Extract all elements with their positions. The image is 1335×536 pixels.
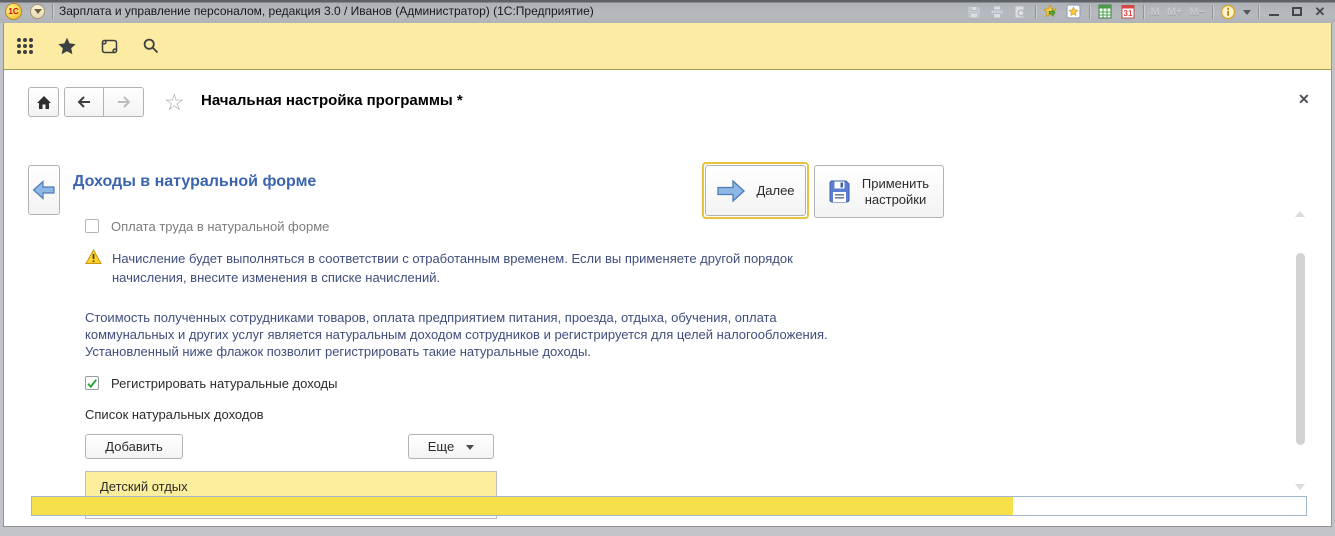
payment-in-kind-checkbox-row: Оплата труда в натуральной форме xyxy=(85,219,329,234)
page-title: Начальная настройка программы * xyxy=(201,92,463,109)
separator xyxy=(1258,4,1259,19)
next-button-label: Далее xyxy=(756,183,795,198)
separator xyxy=(1088,4,1090,19)
add-favorite-icon[interactable] xyxy=(1042,3,1059,20)
tool-panel xyxy=(4,23,1331,70)
payment-in-kind-label[interactable]: Оплата труда в натуральной форме xyxy=(111,219,329,234)
title-bar: 1С Зарплата и управление персоналом, ред… xyxy=(0,0,1335,23)
warning-triangle-icon xyxy=(85,249,102,264)
close-form-icon[interactable]: ✕ xyxy=(1298,91,1310,108)
chevron-down-icon xyxy=(33,9,42,18)
wizard-progress-bar xyxy=(31,496,1307,516)
scroll-down-icon[interactable] xyxy=(1295,484,1305,495)
arrow-right-icon xyxy=(117,96,130,108)
history-scroll-icon[interactable] xyxy=(99,36,119,56)
warning-message: Начисление будет выполняться в соответст… xyxy=(85,249,812,287)
favorites-list-icon[interactable] xyxy=(1066,4,1082,20)
1c-logo-icon[interactable]: 1С xyxy=(5,3,22,20)
back-button[interactable] xyxy=(64,87,104,117)
home-button[interactable] xyxy=(28,87,59,117)
history-nav-group xyxy=(64,87,144,117)
print-icon[interactable] xyxy=(989,4,1005,20)
main-menu-grid-icon[interactable] xyxy=(15,36,35,56)
close-window-button[interactable]: ✕ xyxy=(1312,4,1328,20)
window-body: ☆ Начальная настройка программы * ✕ Дохо… xyxy=(3,23,1332,527)
search-icon[interactable] xyxy=(141,36,161,56)
svg-text:31: 31 xyxy=(1123,9,1132,18)
description-text: Стоимость полученных сотрудниками товаро… xyxy=(85,310,828,359)
scrollbar-thumb[interactable] xyxy=(1296,253,1305,445)
big-arrow-left-icon xyxy=(32,180,55,200)
arrow-left-icon xyxy=(77,96,90,108)
favorite-toggle-star-icon[interactable]: ☆ xyxy=(164,89,185,116)
separator xyxy=(1034,4,1036,19)
register-income-checkbox[interactable] xyxy=(85,376,99,390)
next-button[interactable]: Далее xyxy=(705,165,806,216)
maximize-button[interactable] xyxy=(1289,4,1305,20)
checkmark-icon xyxy=(87,378,97,388)
memory-subtract-button[interactable]: M− xyxy=(1189,6,1205,18)
big-arrow-right-icon xyxy=(717,179,746,202)
register-income-checkbox-row: Регистрировать натуральные доходы xyxy=(85,376,337,391)
info-icon[interactable] xyxy=(1220,4,1236,20)
home-icon xyxy=(36,95,51,109)
warning-text: Начисление будет выполняться в соответст… xyxy=(112,251,793,285)
forward-button[interactable] xyxy=(104,87,144,117)
print-preview-icon[interactable] xyxy=(1012,4,1028,20)
separator xyxy=(1142,4,1144,19)
wizard-back-button[interactable] xyxy=(28,165,60,215)
memory-recall-button[interactable]: M xyxy=(1151,6,1160,18)
save-settings-icon xyxy=(829,180,849,203)
default-button-highlight: Далее xyxy=(702,162,809,219)
save-icon[interactable] xyxy=(966,4,982,20)
calendar-icon[interactable]: 31 xyxy=(1120,4,1136,20)
separator xyxy=(1212,4,1213,19)
wizard-form: Доходы в натуральной форме Далее Примени… xyxy=(4,141,1331,519)
more-button[interactable]: Еще xyxy=(408,434,494,459)
list-caption: Список натуральных доходов xyxy=(85,407,264,422)
titlebar-toolbar: 31 M M+ M− ✕ xyxy=(966,0,1328,23)
chevron-down-icon xyxy=(466,444,475,454)
progress-fill xyxy=(32,497,1013,515)
more-button-label: Еще xyxy=(427,439,455,454)
add-button[interactable]: Добавить xyxy=(85,434,183,459)
chevron-down-icon[interactable] xyxy=(1243,9,1251,19)
register-income-label[interactable]: Регистрировать натуральные доходы xyxy=(111,376,337,391)
calculator-icon[interactable] xyxy=(1097,4,1113,20)
minimize-button[interactable] xyxy=(1266,4,1282,20)
system-menu-button[interactable] xyxy=(30,4,45,19)
window-title: Зарплата и управление персоналом, редакц… xyxy=(59,4,594,18)
apply-button-label: Применить настройки xyxy=(861,175,930,207)
favorites-star-icon[interactable] xyxy=(57,36,77,56)
scroll-up-icon[interactable] xyxy=(1295,206,1305,217)
app-window: 1С Зарплата и управление персоналом, ред… xyxy=(0,0,1335,536)
navigation-row: ☆ Начальная настройка программы * ✕ xyxy=(4,71,1331,141)
memory-add-button[interactable]: M+ xyxy=(1167,6,1183,18)
separator xyxy=(52,4,53,19)
section-heading: Доходы в натуральной форме xyxy=(73,173,317,190)
apply-settings-button[interactable]: Применить настройки xyxy=(814,165,944,218)
payment-in-kind-checkbox[interactable] xyxy=(85,219,99,233)
